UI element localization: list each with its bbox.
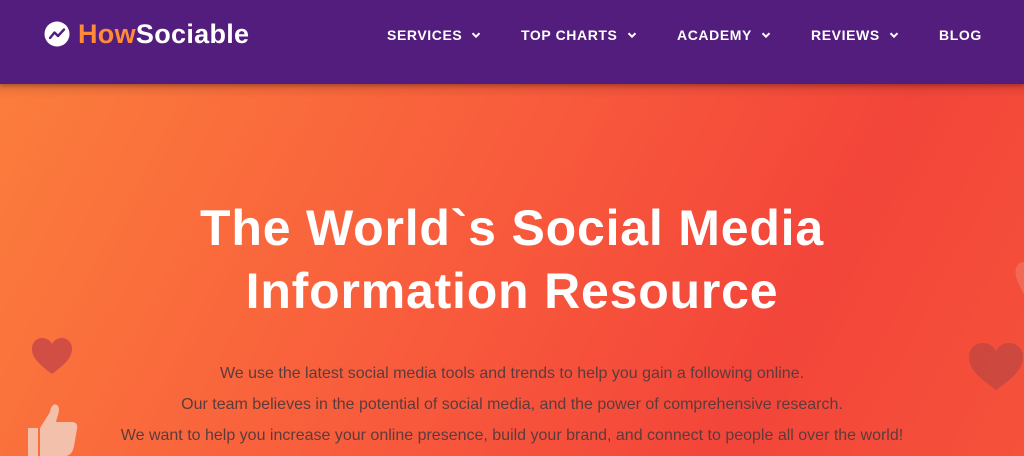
nav-item-top-charts[interactable]: TOP CHARTS — [521, 0, 637, 70]
logo-wordmark: HowSociable — [78, 18, 250, 49]
nav-item-label: TOP CHARTS — [521, 27, 618, 43]
hero-title-line-2: Information Resource — [245, 263, 779, 319]
logo-text-sociable: Sociable — [135, 18, 250, 49]
nav-item-blog[interactable]: BLOG — [939, 0, 982, 70]
hero-paragraph: We want to help you increase your online… — [120, 427, 904, 444]
hero-title-line-1: The World`s Social Media — [200, 200, 824, 256]
hero-title: The World`s Social Media Information Res… — [0, 197, 1024, 323]
logo-text-how: How — [78, 18, 136, 49]
nav-item-academy[interactable]: ACADEMY — [677, 0, 771, 70]
nav-item-label: BLOG — [939, 27, 982, 43]
hero-paragraph: We use the latest social media tools and… — [219, 365, 805, 382]
nav-item-reviews[interactable]: REVIEWS — [811, 0, 899, 70]
nav-item-label: REVIEWS — [811, 27, 880, 43]
site-logo[interactable]: HowSociable — [44, 16, 249, 52]
hero-section: The World`s Social Media Information Res… — [0, 84, 1024, 456]
nav-item-services[interactable]: SERVICES — [387, 0, 481, 70]
chevron-down-icon — [472, 32, 481, 39]
nav-item-label: ACADEMY — [677, 27, 752, 43]
chevron-down-icon — [761, 32, 771, 39]
site-header: HowSociable SERVICES TOP CHARTS ACADEMY … — [0, 0, 1024, 84]
hero-paragraph: Our team believes in the potential of so… — [181, 396, 843, 413]
chevron-down-icon — [889, 32, 898, 39]
chevron-down-icon — [627, 32, 636, 39]
trending-chart-icon — [44, 21, 70, 47]
nav-item-label: SERVICES — [387, 27, 463, 43]
